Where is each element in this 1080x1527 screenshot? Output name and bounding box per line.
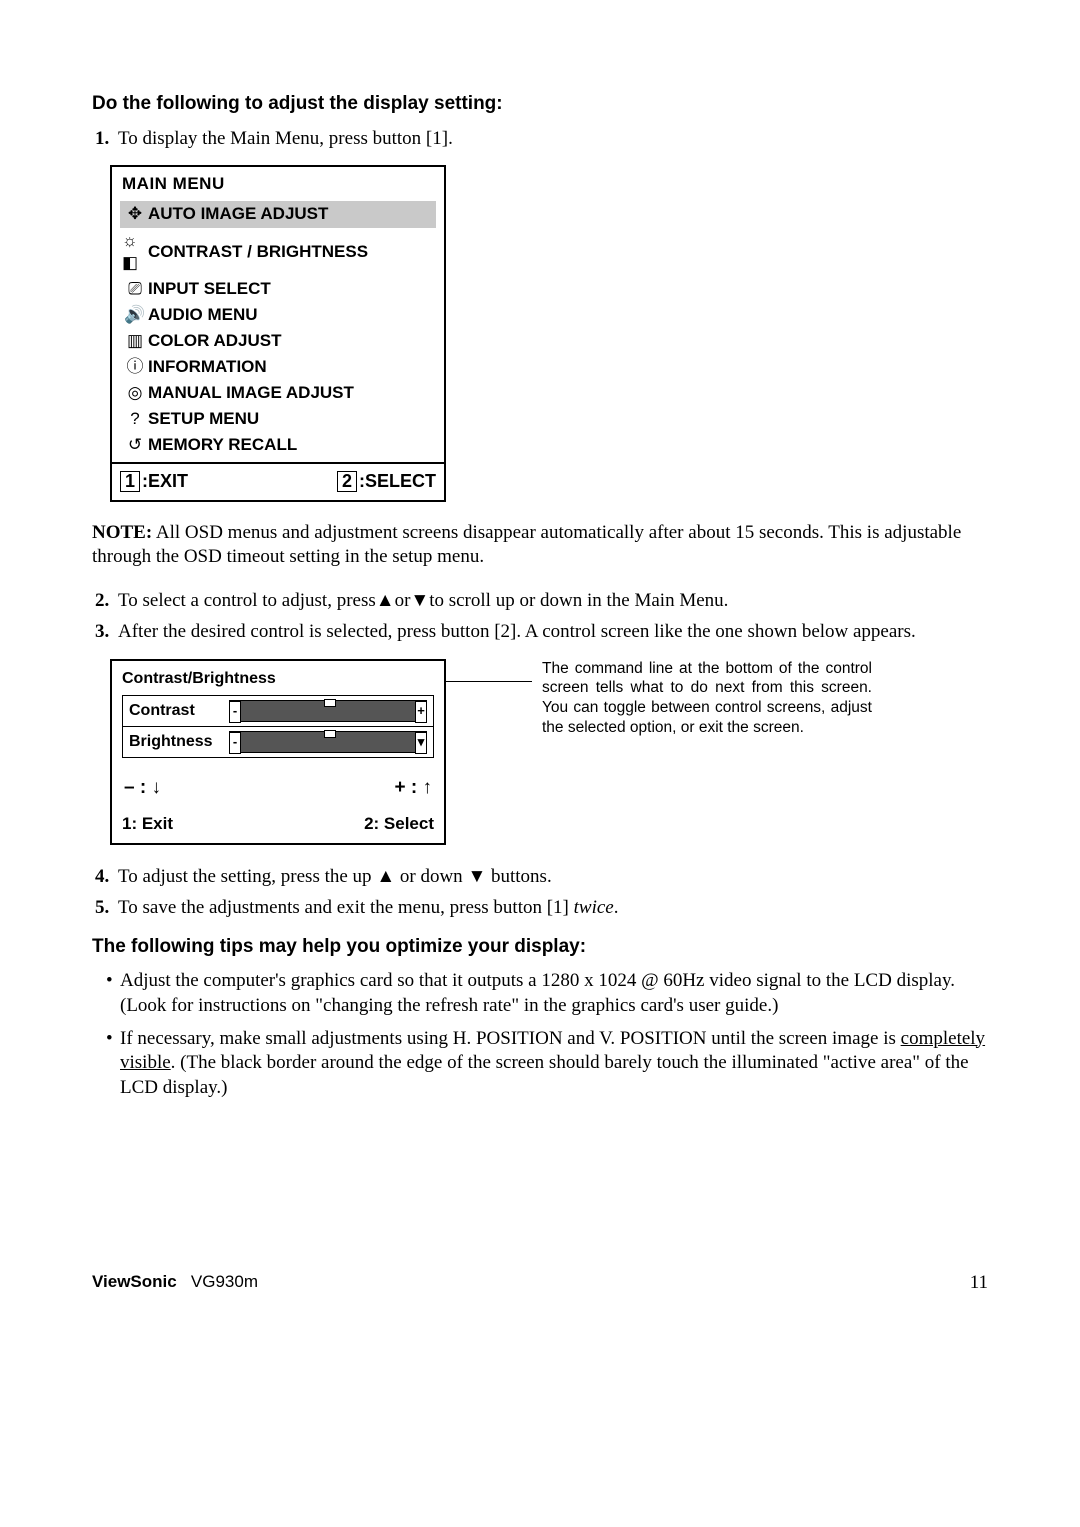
menu-item-label: MEMORY RECALL	[148, 434, 297, 456]
step-1: To display the Main Menu, press button […	[114, 127, 988, 152]
cb-title: Contrast/Brightness	[112, 661, 444, 696]
footer-model: VG930m	[191, 1272, 258, 1291]
menu-item-label: AUDIO MENU	[148, 304, 258, 326]
steps-list-2: To select a control to adjust, pressorto…	[92, 589, 988, 644]
menu-item-icon: ⓘ	[122, 356, 148, 378]
menu-item-icon: ↺	[122, 434, 148, 456]
menu-item-icon: ▥	[122, 330, 148, 352]
note-paragraph: NOTE: All OSD menus and adjustment scree…	[92, 521, 988, 570]
menu-item-icon: ☼ ◧	[122, 230, 148, 274]
osd-menu-item: ▥COLOR ADJUST	[120, 328, 436, 354]
cb-row-contrast: Contrast	[129, 701, 229, 722]
heading-tips: The following tips may help you optimize…	[92, 935, 988, 960]
cb-row-brightness: Brightness	[129, 732, 229, 753]
triangle-up-icon	[376, 590, 395, 611]
menu-item-label: AUTO IMAGE ADJUST	[148, 203, 328, 225]
menu-item-icon: ⎚	[122, 278, 148, 300]
step-2: To select a control to adjust, pressorto…	[114, 589, 988, 614]
heading-adjust-display: Do the following to adjust the display s…	[92, 92, 988, 117]
menu-item-label: MANUAL IMAGE ADJUST	[148, 382, 354, 404]
tip-1: Adjust the computer's graphics card so t…	[106, 969, 988, 1018]
osd-main-menu: MAIN MENU ✥AUTO IMAGE ADJUST☼ ◧CONTRAST …	[110, 165, 446, 501]
menu-item-label: CONTRAST / BRIGHTNESS	[148, 241, 368, 263]
osd-menu-item: ✥AUTO IMAGE ADJUST	[120, 201, 436, 227]
menu-item-label: INFORMATION	[148, 356, 267, 378]
menu-item-label: SETUP MENU	[148, 408, 259, 430]
page-number: 11	[970, 1271, 988, 1296]
step-5: To save the adjustments and exit the men…	[114, 896, 988, 921]
callout-text: The command line at the bottom of the co…	[542, 659, 872, 738]
menu-item-label: INPUT SELECT	[148, 278, 271, 300]
osd-menu-item: ◎MANUAL IMAGE ADJUST	[120, 380, 436, 406]
menu-item-label: COLOR ADJUST	[148, 330, 282, 352]
osd-menu-item: 🔊AUDIO MENU	[120, 302, 436, 328]
page-footer: ViewSonic VG930m 11	[92, 1271, 988, 1293]
cb-exit: 1: Exit	[122, 813, 173, 835]
cb-select: 2: Select	[364, 813, 434, 835]
osd-select: 2:SELECT	[337, 470, 436, 493]
osd-menu-item: ↺MEMORY RECALL	[120, 432, 436, 458]
triangle-down-icon	[467, 866, 486, 887]
note-body: All OSD menus and adjustment screens dis…	[92, 522, 961, 568]
menu-item-icon: 🔊	[122, 304, 148, 326]
steps-list-1: To display the Main Menu, press button […	[92, 127, 988, 152]
step-4: To adjust the setting, press the up or d…	[114, 865, 988, 890]
note-label: NOTE:	[92, 522, 152, 543]
osd-menu-item: ⎚INPUT SELECT	[120, 276, 436, 302]
osd-contrast-brightness: Contrast/Brightness Contrast -+ Brightne…	[110, 659, 446, 846]
osd-menu-item: ⓘINFORMATION	[120, 354, 436, 380]
menu-item-icon: ✥	[122, 203, 148, 225]
step-3: After the desired control is selected, p…	[114, 620, 988, 645]
triangle-down-icon	[410, 590, 429, 611]
contrast-slider: -+	[229, 700, 427, 722]
triangle-up-icon	[376, 866, 395, 887]
osd-menu-item: ?SETUP MENU	[120, 406, 436, 432]
plus-up-hint: + : ↑	[395, 776, 432, 801]
callout-leader-top	[446, 681, 532, 682]
boxed-digit-1: 1	[120, 471, 140, 492]
menu-item-icon: ?	[122, 408, 148, 430]
osd-menu-item: ☼ ◧CONTRAST / BRIGHTNESS	[120, 228, 436, 276]
brightness-slider: -▾	[229, 731, 427, 753]
menu-item-icon: ◎	[122, 382, 148, 404]
boxed-digit-2: 2	[337, 471, 357, 492]
tip-2: If necessary, make small adjustments usi…	[106, 1027, 988, 1101]
osd-title: MAIN MENU	[112, 167, 444, 201]
tips-list: Adjust the computer's graphics card so t…	[92, 969, 988, 1100]
minus-down-hint: – : ↓	[124, 776, 161, 801]
osd-exit: 1:EXIT	[120, 470, 188, 493]
steps-list-3: To adjust the setting, press the up or d…	[92, 865, 988, 920]
footer-brand: ViewSonic	[92, 1272, 177, 1291]
